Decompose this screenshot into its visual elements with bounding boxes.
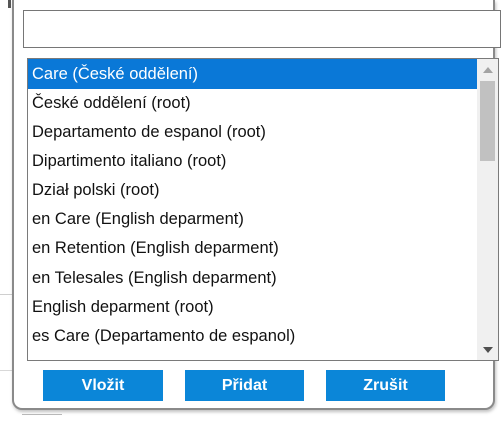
- list-item[interactable]: České oddělení (root): [28, 89, 477, 118]
- list-item[interactable]: Care (České oddělení): [28, 59, 477, 89]
- scroll-down-button[interactable]: [477, 339, 498, 360]
- background-fragment: [8, 0, 11, 8]
- list-item[interactable]: en Retention (English deparment): [28, 234, 477, 263]
- department-list: Care (České oddělení) České oddělení (ro…: [28, 59, 477, 360]
- add-button[interactable]: Přidat: [185, 370, 304, 401]
- insert-button[interactable]: Vložit: [43, 370, 163, 401]
- background-fragment: [22, 414, 62, 423]
- list-item[interactable]: Dipartimento italiano (root): [28, 147, 477, 176]
- list-item[interactable]: Departamento de espanol (root): [28, 118, 477, 147]
- department-picker-popup: Care (České oddělení) České oddělení (ro…: [12, 0, 501, 410]
- list-item[interactable]: es Care (Departamento de espanol): [28, 322, 477, 351]
- screen: Care (České oddělení) České oddělení (ro…: [0, 0, 501, 423]
- list-item[interactable]: en Care (English deparment): [28, 205, 477, 234]
- scroll-up-button[interactable]: [477, 59, 498, 80]
- list-item[interactable]: en Telesales (English deparment): [28, 264, 477, 293]
- scroll-thumb[interactable]: [480, 81, 495, 161]
- cancel-button[interactable]: Zrušit: [326, 370, 445, 401]
- background-divider: [0, 370, 12, 371]
- triangle-up-icon: [482, 66, 493, 73]
- filter-input[interactable]: [23, 10, 501, 48]
- department-listbox[interactable]: Care (České oddělení) České oddělení (ro…: [27, 58, 499, 361]
- triangle-down-icon: [482, 346, 493, 353]
- list-item[interactable]: Dział polski (root): [28, 176, 477, 205]
- vertical-scrollbar[interactable]: [477, 59, 498, 360]
- background-divider: [0, 294, 12, 295]
- list-item[interactable]: English deparment (root): [28, 293, 477, 322]
